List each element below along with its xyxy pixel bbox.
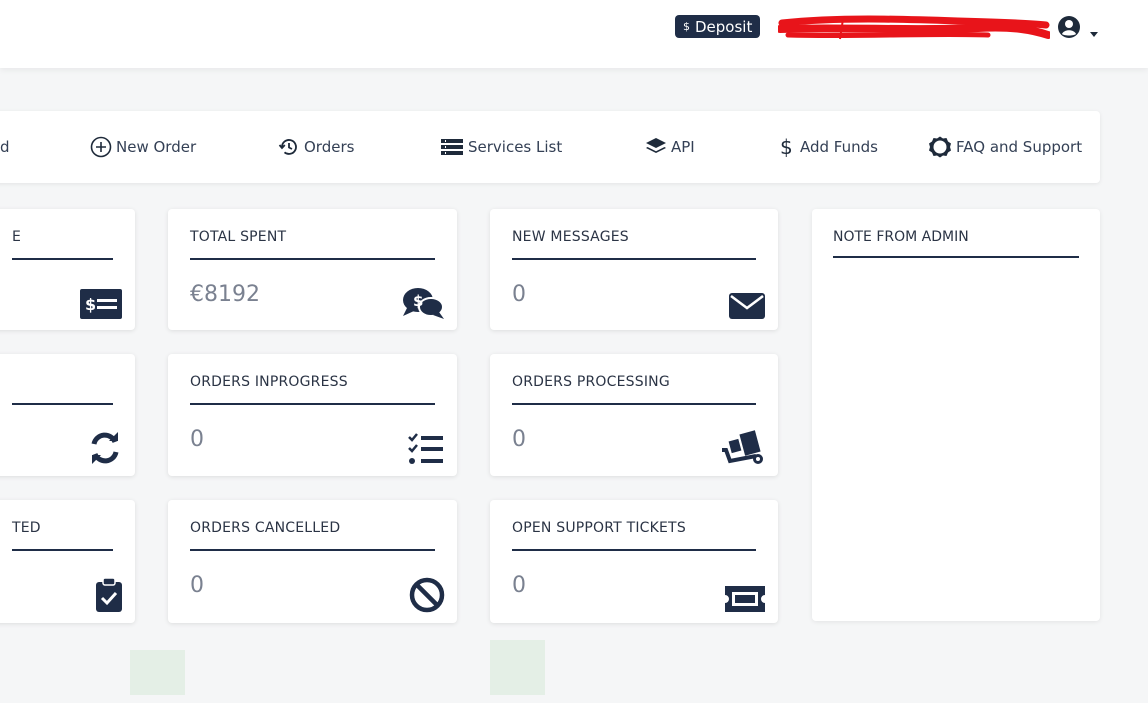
stat-card-refills <box>0 354 135 476</box>
refresh-icon <box>91 432 119 464</box>
stat-card-new-messages: NEW MESSAGES 0 <box>490 209 778 330</box>
tasks-icon <box>408 433 443 464</box>
history-icon <box>278 139 297 155</box>
divider <box>190 258 435 260</box>
stat-card-open-tickets: OPEN SUPPORT TICKETS 0 <box>490 500 778 623</box>
nav-label-services-list: Services List <box>468 138 563 156</box>
card-title: ORDERS INPROGRESS <box>190 374 348 390</box>
ban-icon <box>409 577 445 613</box>
card-title: TOTAL SPENT <box>190 229 287 245</box>
stat-card-completed: TED <box>0 500 135 623</box>
nav-item-services-list[interactable]: Services List <box>440 111 562 183</box>
redaction-scribble <box>778 15 1050 40</box>
divider <box>12 258 113 260</box>
card-title: ORDERS CANCELLED <box>190 520 341 536</box>
envelope-icon <box>729 293 765 319</box>
layers-icon <box>646 138 666 153</box>
card-title: OPEN SUPPORT TICKETS <box>512 520 686 536</box>
deposit-label: Deposit <box>695 17 753 36</box>
background-artifact <box>490 640 545 695</box>
nav-item-new-order[interactable]: New Order <box>90 111 196 183</box>
stat-card-balance: E $ <box>0 209 135 330</box>
divider <box>833 256 1079 258</box>
comments-dollar-icon: $ <box>403 288 444 319</box>
chevron-down-icon[interactable] <box>1090 32 1098 37</box>
nav-item-faq-support[interactable]: FAQ and Support <box>928 111 1082 183</box>
nav-item-api[interactable]: API <box>645 111 695 183</box>
admin-note-title: NOTE FROM ADMIN <box>833 229 969 245</box>
nav-label-new-order: New Order <box>116 138 197 156</box>
stat-card-orders-processing: ORDERS PROCESSING 0 <box>490 354 778 476</box>
svg-text:$: $ <box>85 295 96 314</box>
clipboard-check-icon <box>96 577 122 612</box>
dolly-icon <box>722 430 763 464</box>
divider <box>12 549 113 551</box>
card-title: ORDERS PROCESSING <box>512 374 670 390</box>
divider <box>512 258 756 260</box>
gear-icon <box>929 136 951 158</box>
divider <box>512 549 756 551</box>
nav-label-api: API <box>671 138 695 156</box>
card-value: 0 <box>512 573 526 598</box>
nav-label-orders: Orders <box>304 138 355 156</box>
stat-card-orders-inprogress: ORDERS INPROGRESS 0 <box>168 354 457 476</box>
nav-label-faq-support: FAQ and Support <box>956 138 1083 156</box>
divider <box>512 403 756 405</box>
card-value: 0 <box>512 282 526 307</box>
top-bar: $ Deposit <box>0 0 1148 68</box>
plus-circle-icon <box>90 136 112 158</box>
user-circle-icon[interactable] <box>1057 15 1081 39</box>
background-artifact <box>130 650 185 695</box>
card-title: NEW MESSAGES <box>512 229 629 245</box>
svg-text:$: $ <box>413 292 423 310</box>
nav-item-dashboard[interactable]: d <box>0 111 10 183</box>
dollar-icon: $ <box>780 136 793 158</box>
nav-item-add-funds[interactable]: $ Add Funds <box>778 111 878 183</box>
main-nav: d New Order Orders Services List API $ A… <box>0 111 1100 183</box>
deposit-button[interactable]: $ Deposit <box>675 15 761 38</box>
divider <box>12 403 113 405</box>
divider <box>190 549 435 551</box>
card-value: 0 <box>190 573 204 598</box>
nav-label-add-funds: Add Funds <box>800 138 878 156</box>
list-icon <box>441 139 463 155</box>
money-bill-icon: $ <box>80 289 122 319</box>
card-title: E <box>12 229 22 245</box>
card-value: 0 <box>190 427 204 452</box>
divider <box>190 403 435 405</box>
stat-card-total-spent: TOTAL SPENT €8192 $ <box>168 209 457 330</box>
admin-note-card: NOTE FROM ADMIN <box>812 209 1100 621</box>
card-value: 0 <box>512 427 526 452</box>
card-value: €8192 <box>190 282 260 307</box>
nav-label-dashboard: d <box>0 138 10 156</box>
svg-text:$: $ <box>780 136 793 158</box>
stat-card-orders-cancelled: ORDERS CANCELLED 0 <box>168 500 457 623</box>
nav-item-orders[interactable]: Orders <box>278 111 354 183</box>
deposit-currency: $ <box>683 20 690 33</box>
ticket-icon <box>725 586 765 612</box>
card-title: TED <box>12 520 41 536</box>
